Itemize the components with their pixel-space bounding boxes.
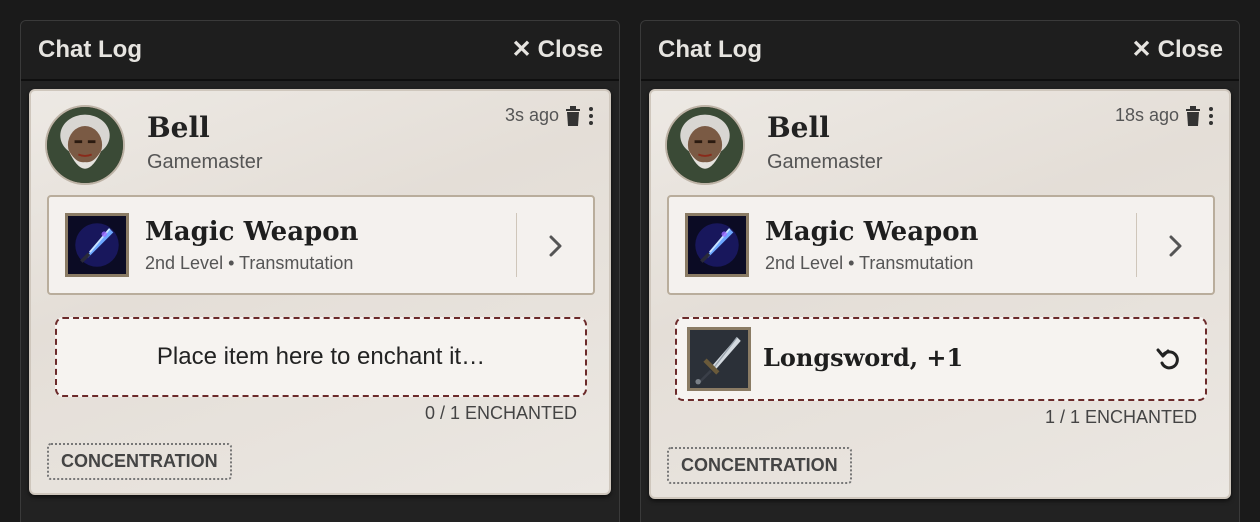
message-header: Bell Gamemaster 3s ago <box>45 105 595 185</box>
chat-message-card: Bell Gamemaster 3s ago Magic Weapon 2nd … <box>29 89 611 495</box>
enchanted-item-name: Longsword, +1 <box>763 343 964 372</box>
trash-icon[interactable] <box>1185 105 1201 126</box>
chevron-right-icon[interactable] <box>1163 231 1187 261</box>
message-meta: 3s ago <box>505 105 595 126</box>
spell-name: Magic Weapon <box>765 217 979 247</box>
panel-title: Chat Log <box>38 36 142 63</box>
magic-weapon-spell-icon <box>65 213 129 277</box>
avatar[interactable] <box>665 105 745 185</box>
speaker-name: Bell <box>147 111 210 144</box>
longsword-icon <box>687 327 751 391</box>
divider <box>1136 213 1137 277</box>
chat-message-card: Bell Gamemaster 18s ago Magic Weapon 2nd… <box>649 89 1231 499</box>
kebab-menu-icon[interactable] <box>587 106 595 126</box>
close-button[interactable]: ✕ Close <box>1132 36 1223 64</box>
enchant-drop-zone[interactable]: Place item here to enchant it… <box>55 317 587 397</box>
panel-header: Chat Log ✕ Close <box>21 21 619 81</box>
kebab-menu-icon[interactable] <box>1207 106 1215 126</box>
message-meta: 18s ago <box>1115 105 1215 126</box>
panel-title: Chat Log <box>658 36 762 63</box>
message-timestamp: 18s ago <box>1114 105 1179 125</box>
chat-log-panel: Chat Log ✕ Close Bell Gamemaster <box>20 20 620 522</box>
close-label: Close <box>537 36 603 63</box>
spell-summary-row[interactable]: Magic Weapon 2nd Level • Transmutation <box>47 195 595 295</box>
speaker-role: Gamemaster <box>767 151 883 173</box>
close-label: Close <box>1157 36 1223 63</box>
spell-name: Magic Weapon <box>145 217 359 247</box>
message-timestamp: 3s ago <box>504 105 559 125</box>
message-header: Bell Gamemaster 18s ago <box>665 105 1215 185</box>
spell-summary-row[interactable]: Magic Weapon 2nd Level • Transmutation <box>667 195 1215 295</box>
enchant-count: 1 / 1 ENCHANTED <box>1044 407 1197 427</box>
enchant-count: 0 / 1 ENCHANTED <box>424 403 577 423</box>
enchanted-item-row[interactable]: Longsword, +1 <box>675 317 1207 401</box>
chat-log-panel: Chat Log ✕ Close Bell Gamemaster <box>640 20 1240 522</box>
close-button[interactable]: ✕ Close <box>512 36 603 64</box>
magic-weapon-spell-icon <box>685 213 749 277</box>
concentration-badge: CONCENTRATION <box>47 443 232 480</box>
undo-icon[interactable] <box>1155 345 1183 373</box>
chevron-right-icon[interactable] <box>543 231 567 261</box>
speaker-role: Gamemaster <box>147 151 263 173</box>
close-icon: ✕ <box>511 36 532 63</box>
avatar[interactable] <box>45 105 125 185</box>
spell-subtitle: 2nd Level • Transmutation <box>765 253 974 273</box>
speaker-name: Bell <box>767 111 830 144</box>
trash-icon[interactable] <box>565 105 581 126</box>
concentration-badge: CONCENTRATION <box>667 447 852 484</box>
close-icon: ✕ <box>1131 36 1152 63</box>
spell-subtitle: 2nd Level • Transmutation <box>145 253 354 273</box>
drop-zone-label: Place item here to enchant it… <box>156 343 486 370</box>
divider <box>516 213 517 277</box>
panel-header: Chat Log ✕ Close <box>641 21 1239 81</box>
